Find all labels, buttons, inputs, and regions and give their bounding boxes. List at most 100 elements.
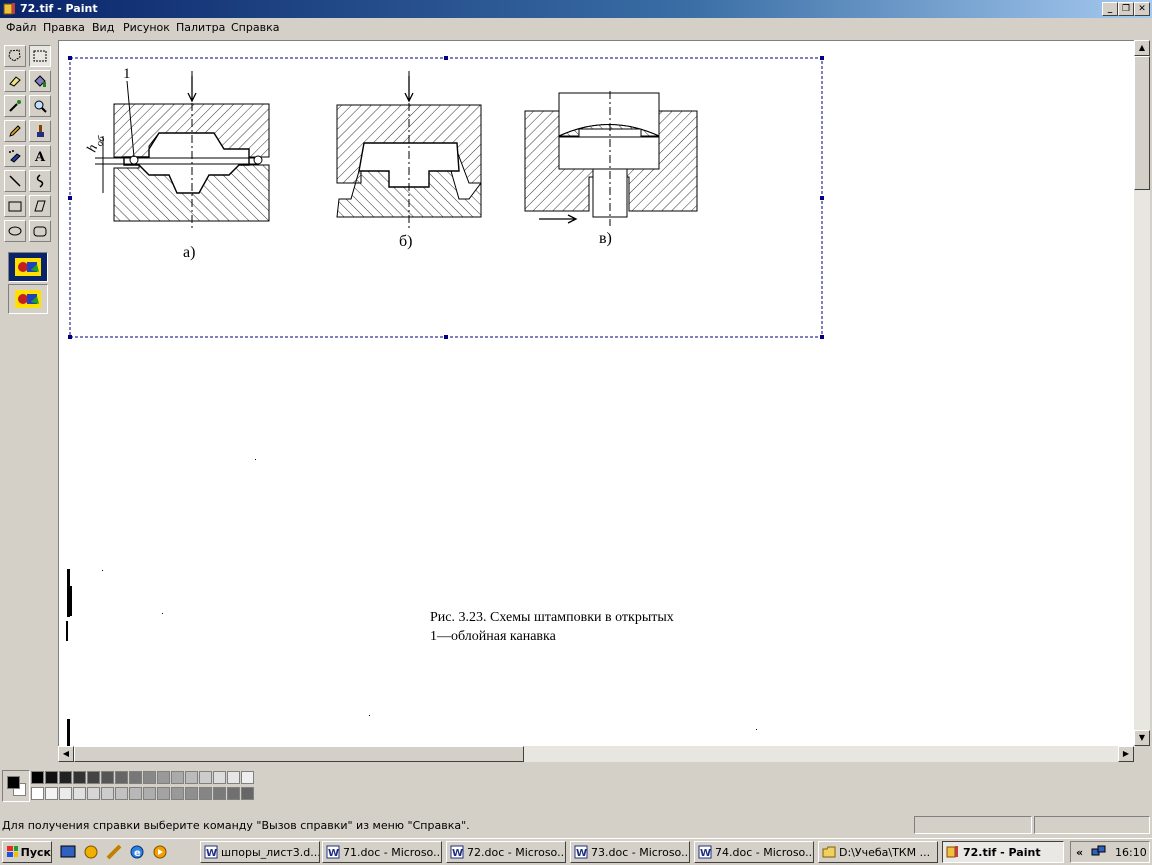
- horizontal-scroll-thumb[interactable]: [74, 746, 524, 762]
- menu-file[interactable]: Файл: [6, 21, 36, 34]
- figure-caption-line2: 1—облойная канавка: [430, 629, 557, 644]
- tool-box: A: [0, 40, 56, 760]
- palette-swatch[interactable]: [101, 771, 114, 784]
- quick-launch-tool-icon[interactable]: [106, 844, 122, 860]
- task-paint[interactable]: 72.tif - Paint: [942, 841, 1064, 863]
- eyedropper-icon: [9, 100, 21, 112]
- folder-icon: [822, 846, 836, 858]
- color-picker-tool[interactable]: [4, 95, 26, 117]
- line-tool[interactable]: [4, 170, 26, 192]
- palette-swatch[interactable]: [241, 787, 254, 800]
- palette-swatch[interactable]: [143, 771, 156, 784]
- scroll-left-button[interactable]: ◀: [58, 746, 74, 762]
- palette-swatch[interactable]: [185, 787, 198, 800]
- transparent-background-option[interactable]: [8, 284, 48, 314]
- rectangle-tool[interactable]: [4, 195, 26, 217]
- palette-swatch[interactable]: [59, 787, 72, 800]
- menu-image[interactable]: Рисунок: [123, 21, 170, 34]
- tray-expand-button[interactable]: «: [1076, 846, 1083, 859]
- rounded-rect-tool[interactable]: [29, 220, 51, 242]
- network-icon[interactable]: [1091, 845, 1107, 859]
- menu-view[interactable]: Вид: [92, 21, 114, 34]
- label-a: а): [183, 244, 195, 261]
- task-label: 72.doc - Microso...: [467, 845, 566, 859]
- opaque-background-option[interactable]: [8, 252, 48, 282]
- palette-swatch[interactable]: [143, 787, 156, 800]
- palette-swatch[interactable]: [199, 771, 212, 784]
- palette-swatch[interactable]: [227, 771, 240, 784]
- palette-swatch[interactable]: [227, 787, 240, 800]
- media-player-icon[interactable]: [152, 844, 168, 860]
- task-73-doc[interactable]: W 73.doc - Microso...: [570, 841, 690, 863]
- ellipse-tool[interactable]: [4, 220, 26, 242]
- quick-launch-app-icon[interactable]: [83, 844, 99, 860]
- eraser-tool[interactable]: [4, 70, 26, 92]
- minimize-button[interactable]: _: [1102, 2, 1118, 16]
- internet-explorer-icon[interactable]: e: [129, 844, 145, 860]
- show-desktop-icon[interactable]: [60, 844, 76, 860]
- word-doc-icon: W: [698, 845, 712, 859]
- palette-swatch[interactable]: [59, 771, 72, 784]
- palette-swatch[interactable]: [241, 771, 254, 784]
- brush-tool[interactable]: [29, 120, 51, 142]
- airbrush-tool[interactable]: [4, 145, 26, 167]
- title-bar: 72.tif - Paint _ ❐ ✕: [0, 0, 1152, 18]
- menu-help[interactable]: Справка: [231, 21, 279, 34]
- palette-swatch[interactable]: [31, 787, 44, 800]
- vertical-scrollbar[interactable]: ▲ ▼: [1134, 40, 1150, 746]
- polygon-tool[interactable]: [29, 195, 51, 217]
- palette-swatch[interactable]: [129, 787, 142, 800]
- vertical-scroll-thumb[interactable]: [1134, 56, 1150, 190]
- drawing-canvas[interactable]: 1 h об а) б) в) Рис. 3.23. Схемы штампов…: [58, 40, 1135, 747]
- task-74-doc[interactable]: W 74.doc - Microso...: [694, 841, 814, 863]
- scroll-down-button[interactable]: ▼: [1134, 730, 1150, 746]
- menu-edit[interactable]: Правка: [43, 21, 85, 34]
- fill-tool[interactable]: [29, 70, 51, 92]
- rect-select-tool[interactable]: [29, 45, 51, 67]
- palette-swatch[interactable]: [129, 771, 142, 784]
- task-shpory[interactable]: W шпоры_лист3.d...: [200, 841, 320, 863]
- current-colors[interactable]: [2, 770, 30, 802]
- status-text: Для получения справки выберите команду "…: [2, 819, 470, 832]
- palette-swatch[interactable]: [115, 771, 128, 784]
- palette-swatch[interactable]: [73, 771, 86, 784]
- palette-swatch[interactable]: [171, 787, 184, 800]
- menu-colors[interactable]: Палитра: [176, 21, 225, 34]
- palette-swatch[interactable]: [213, 787, 226, 800]
- palette-swatch[interactable]: [45, 787, 58, 800]
- word-doc-icon: W: [450, 845, 464, 859]
- svg-text:W: W: [452, 848, 463, 859]
- task-72-doc[interactable]: W 72.doc - Microso...: [446, 841, 566, 863]
- palette-swatch[interactable]: [87, 787, 100, 800]
- start-button[interactable]: Пуск: [2, 841, 52, 863]
- palette-swatch[interactable]: [73, 787, 86, 800]
- palette-swatch[interactable]: [157, 771, 170, 784]
- restore-button[interactable]: ❐: [1118, 2, 1134, 16]
- scroll-right-button[interactable]: ▶: [1118, 746, 1134, 762]
- palette-swatch[interactable]: [157, 787, 170, 800]
- palette-swatch[interactable]: [199, 787, 212, 800]
- palette-swatch[interactable]: [101, 787, 114, 800]
- palette-swatch[interactable]: [115, 787, 128, 800]
- palette-swatch[interactable]: [185, 771, 198, 784]
- task-71-doc[interactable]: W 71.doc - Microso...: [322, 841, 442, 863]
- palette-swatch[interactable]: [171, 771, 184, 784]
- curve-tool[interactable]: [29, 170, 51, 192]
- ellipse-icon: [8, 226, 22, 236]
- paint-app-icon: [946, 846, 958, 858]
- word-doc-icon: W: [204, 845, 218, 859]
- free-select-tool[interactable]: [4, 45, 26, 67]
- line-icon: [9, 175, 21, 187]
- close-button[interactable]: ✕: [1134, 2, 1150, 16]
- scroll-up-button[interactable]: ▲: [1134, 40, 1150, 56]
- palette-swatch[interactable]: [87, 771, 100, 784]
- svg-text:W: W: [576, 848, 587, 859]
- text-tool[interactable]: A: [29, 145, 51, 167]
- task-folder[interactable]: D:\Учеба\ТКМ ...: [818, 841, 938, 863]
- palette-swatch[interactable]: [31, 771, 44, 784]
- palette-swatch[interactable]: [45, 771, 58, 784]
- pencil-tool[interactable]: [4, 120, 26, 142]
- palette-swatch[interactable]: [213, 771, 226, 784]
- magnifier-tool[interactable]: [29, 95, 51, 117]
- horizontal-scrollbar[interactable]: ◀ ▶: [58, 746, 1134, 762]
